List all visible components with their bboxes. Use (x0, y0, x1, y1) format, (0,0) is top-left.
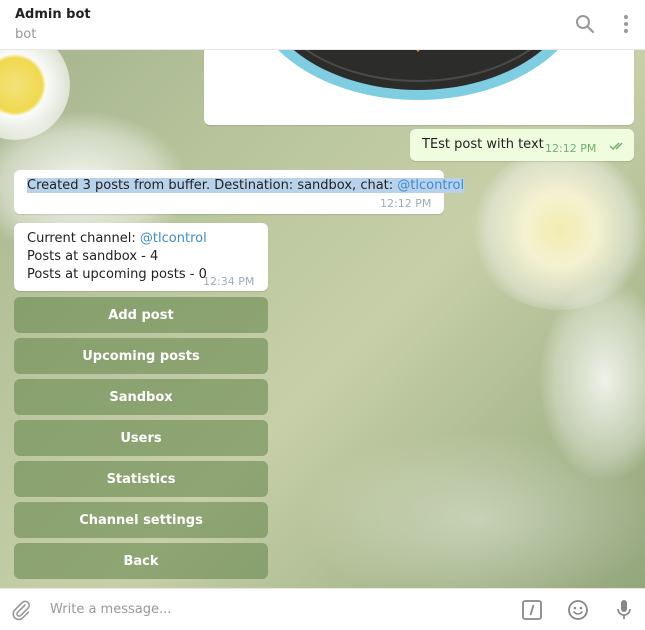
sandbox-count: Posts at sandbox - 4 (27, 249, 159, 264)
background-glow (300, 430, 645, 588)
message-text-body: Created 3 posts from buffer. Destination… (27, 178, 398, 193)
search-icon[interactable] (573, 12, 597, 36)
chat-history[interactable]: TEst post with text 12:12 PM Created 3 p… (0, 50, 645, 588)
outgoing-message[interactable]: TEst post with text 12:12 PM (410, 129, 634, 161)
image-message[interactable] (204, 50, 634, 125)
add-post-button[interactable]: Add post (14, 297, 268, 333)
channel-link[interactable]: @tlcontrol (140, 231, 207, 246)
channel-link[interactable]: @tlcontrol (397, 178, 464, 193)
users-button[interactable]: Users (14, 420, 268, 456)
more-vertical-icon[interactable] (614, 12, 638, 36)
incoming-message[interactable]: Created 3 posts from buffer. Destination… (14, 170, 465, 214)
message-text: Created 3 posts from buffer. Destination… (27, 178, 465, 193)
message-text: TEst post with text (422, 137, 544, 152)
incoming-message[interactable]: Current channel: @tlcontrol Posts at san… (14, 223, 268, 291)
upcoming-count: Posts at upcoming posts - 0 (27, 267, 207, 282)
attach-icon[interactable] (9, 598, 33, 622)
message-time: 12:12 PM (545, 142, 597, 155)
sandbox-button[interactable]: Sandbox (14, 379, 268, 415)
back-button[interactable]: Back (14, 543, 268, 579)
chat-header: Admin bot bot (0, 0, 645, 50)
message-composer: Write a message... (0, 588, 645, 630)
upcoming-posts-button[interactable]: Upcoming posts (14, 338, 268, 374)
chat-title[interactable]: Admin bot (15, 7, 91, 22)
double-check-icon (609, 140, 627, 155)
channel-settings-button[interactable]: Channel settings (14, 502, 268, 538)
message-input[interactable]: Write a message... (50, 602, 171, 617)
bot-command-icon[interactable] (520, 598, 544, 622)
current-channel-label: Current channel: (27, 231, 140, 246)
statistics-button[interactable]: Statistics (14, 461, 268, 497)
emoji-icon[interactable] (566, 598, 590, 622)
post-image (278, 50, 558, 100)
chat-subtitle: bot (15, 27, 37, 42)
message-time: 12:34 PM (203, 275, 255, 288)
microphone-icon[interactable] (612, 598, 636, 622)
current-channel-line: Current channel: @tlcontrol (27, 231, 207, 246)
message-time: 12:12 PM (380, 197, 432, 210)
